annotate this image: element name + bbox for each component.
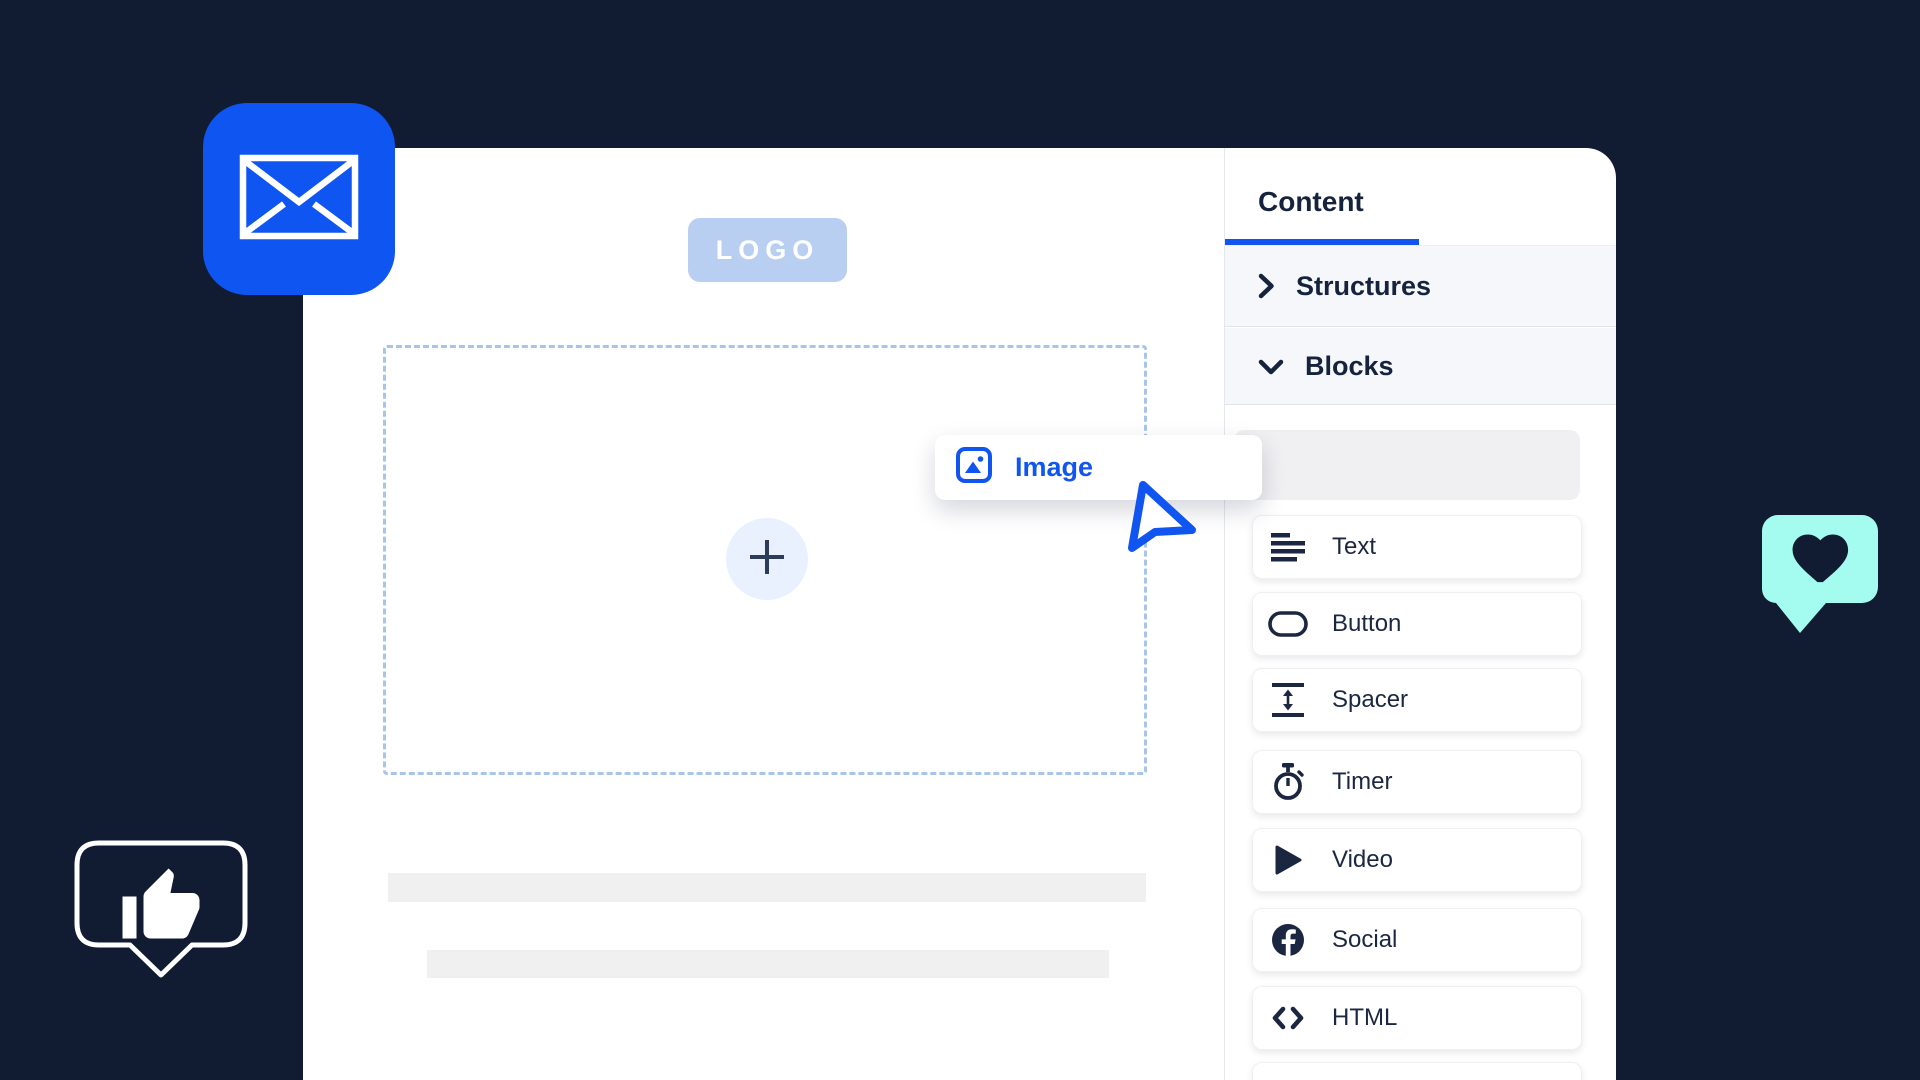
dragged-image-block[interactable]: Image [935, 435, 1262, 500]
mouse-cursor-icon [1124, 476, 1202, 563]
block-slot-empty [1234, 430, 1580, 500]
chevron-right-icon [1258, 273, 1275, 299]
text-placeholder-bar [427, 950, 1109, 978]
heart-bubble-icon [1762, 515, 1878, 642]
accordion-label: Structures [1296, 271, 1431, 302]
add-block-button[interactable] [726, 518, 808, 600]
block-label: HTML [1332, 1004, 1397, 1032]
text-placeholder-bar [388, 873, 1146, 902]
block-label: Timer [1332, 768, 1392, 796]
block-label: Social [1332, 926, 1397, 954]
chevron-down-icon [1258, 358, 1284, 375]
envelope-badge [203, 103, 395, 295]
block-card-html[interactable]: HTML [1252, 986, 1582, 1050]
thumbs-up-bubble-icon [73, 839, 249, 990]
plus-icon [744, 534, 790, 585]
facebook-icon [1268, 920, 1308, 960]
block-label: Spacer [1332, 686, 1408, 714]
image-icon [955, 446, 993, 489]
block-card-timer[interactable]: Timer [1252, 750, 1582, 814]
drag-chip-label: Image [1015, 452, 1093, 483]
block-label: Text [1332, 533, 1376, 561]
logo-placeholder-block[interactable]: LOGO [688, 218, 847, 282]
block-card-text[interactable]: Text [1252, 515, 1582, 579]
spacer-arrows-icon [1268, 680, 1308, 720]
content-sidebar: Content Structures Blocks [1224, 148, 1616, 1080]
block-card-video[interactable]: Video [1252, 828, 1582, 892]
text-lines-icon [1268, 527, 1308, 567]
play-icon [1268, 840, 1308, 880]
block-card-partial[interactable] [1252, 1062, 1582, 1080]
envelope-icon [239, 154, 359, 245]
stopwatch-icon [1268, 762, 1308, 802]
accordion-blocks[interactable]: Blocks [1225, 328, 1616, 405]
block-card-social[interactable]: Social [1252, 908, 1582, 972]
tab-content[interactable]: Content [1258, 186, 1364, 218]
block-label: Button [1332, 610, 1401, 638]
code-brackets-icon [1268, 998, 1308, 1038]
block-card-button[interactable]: Button [1252, 592, 1582, 656]
block-label: Video [1332, 846, 1393, 874]
accordion-label: Blocks [1305, 351, 1394, 382]
editor-illustration: LOGO Content Structures [0, 0, 1920, 1080]
email-canvas: LOGO [303, 148, 1224, 1080]
button-pill-icon [1268, 604, 1308, 644]
logo-text: LOGO [716, 235, 820, 266]
block-card-spacer[interactable]: Spacer [1252, 668, 1582, 732]
accordion-structures[interactable]: Structures [1225, 245, 1616, 327]
